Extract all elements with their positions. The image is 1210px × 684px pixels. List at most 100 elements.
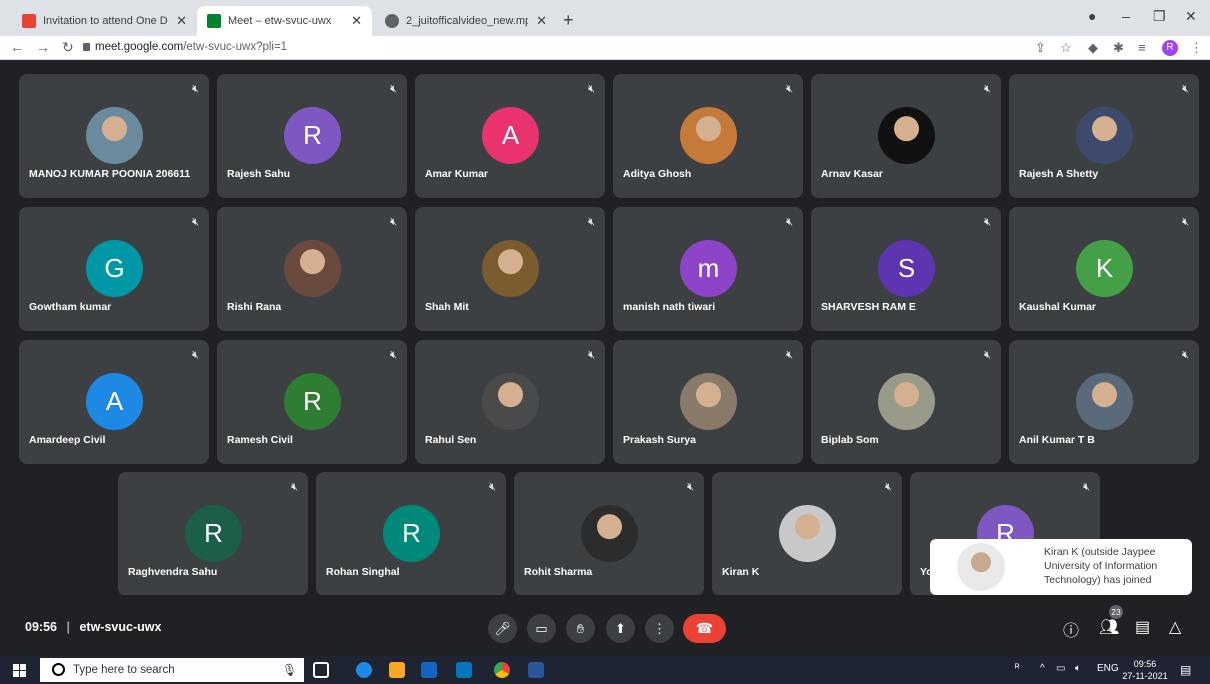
participant-tile[interactable]: 🔇︎ K Kaushal Kumar xyxy=(1009,207,1199,331)
avatar: G xyxy=(86,240,143,297)
windows-start-icon[interactable] xyxy=(13,664,26,677)
participant-tile[interactable]: 🔇︎ R Raghvendra Sahu xyxy=(118,472,308,596)
taskbar-clock[interactable]: 09:56 27-11-2021 xyxy=(1122,658,1168,682)
back-icon[interactable]: ← xyxy=(10,39,24,55)
participant-tile[interactable]: 🔇︎ S SHARVESH RAM E xyxy=(811,207,1001,331)
network-icon[interactable]: ▭ xyxy=(1056,663,1065,674)
avatar: S xyxy=(878,240,935,297)
forward-icon[interactable]: → xyxy=(36,39,50,55)
mic-muted-icon: 🔇︎ xyxy=(192,83,199,95)
participant-tile[interactable]: 🔇︎ Rajesh A Shetty xyxy=(1009,74,1199,198)
reading-list-icon[interactable]: ≡ xyxy=(1138,40,1146,55)
end-call-button[interactable]: ☎︎ xyxy=(683,614,726,643)
clock-time: 09:56 xyxy=(1133,659,1157,669)
new-tab-icon[interactable]: + xyxy=(563,10,574,31)
tab-meet[interactable]: Meet – etw-svuc-uwx ✕ xyxy=(197,6,372,36)
avatar xyxy=(957,543,1005,591)
participant-tile[interactable]: 🔇︎ G Gowtham kumar xyxy=(19,207,209,331)
task-view-icon[interactable] xyxy=(313,662,329,678)
meeting-control-bar: 09:56 | etw-svuc-uwx 🎤︎ ▭ ✋︎ ⬆ ⋮ ☎︎ ⓘ 👥︎… xyxy=(0,595,1210,655)
activities-icon[interactable]: △ xyxy=(1169,617,1181,637)
participant-tile[interactable]: 🔇︎ R Rohan Singhal xyxy=(316,472,506,596)
info-icon[interactable]: ⓘ xyxy=(1063,617,1079,641)
present-button[interactable]: ⬆ xyxy=(606,614,635,643)
participant-tile[interactable]: 🔇︎ R Rajesh Sahu xyxy=(217,74,407,198)
mic-muted-icon: 🔇︎ xyxy=(588,83,595,95)
restore-icon[interactable]: ❐ xyxy=(1153,8,1166,25)
tab-search-icon[interactable]: ● xyxy=(1088,8,1096,24)
search-icon xyxy=(52,663,65,676)
participant-tile[interactable]: 🔇︎ m manish nath tiwari xyxy=(613,207,803,331)
chevron-up-icon[interactable]: ^ xyxy=(1040,663,1045,674)
globe-icon xyxy=(385,14,399,28)
tab-gmail[interactable]: Invitation to attend One Day wel ✕ xyxy=(12,6,197,36)
people-tray-icon[interactable]: ᴿ xyxy=(1015,663,1020,674)
tab-label: Invitation to attend One Day wel xyxy=(43,15,168,27)
word-icon[interactable] xyxy=(528,662,544,678)
edge-icon[interactable] xyxy=(356,662,372,678)
close-icon[interactable]: ✕ xyxy=(176,13,187,29)
participant-count-badge: 23 xyxy=(1109,605,1123,619)
mic-muted-icon: 🔇︎ xyxy=(192,216,199,228)
avatar xyxy=(581,505,638,562)
participant-name: Biplab Som xyxy=(821,434,879,446)
chrome-icon[interactable] xyxy=(494,662,510,678)
avatar: A xyxy=(86,373,143,430)
menu-icon[interactable]: ⋮ xyxy=(1190,40,1203,56)
url-path: /etw-svuc-uwx?pli=1 xyxy=(183,41,288,53)
participant-name: Rahul Sen xyxy=(425,434,477,446)
profile-avatar[interactable]: R xyxy=(1162,40,1178,56)
mic-muted-icon: 🔇︎ xyxy=(786,349,793,361)
mic-muted-icon: 🔇︎ xyxy=(588,216,595,228)
participant-tile[interactable]: 🔇︎ R Ramesh Civil xyxy=(217,340,407,464)
store-icon[interactable] xyxy=(421,662,437,678)
participant-tile[interactable]: 🔇︎ A Amardeep Civil xyxy=(19,340,209,464)
close-icon[interactable]: ✕ xyxy=(351,13,362,29)
close-icon[interactable]: ✕ xyxy=(536,13,547,29)
participant-tile[interactable]: 🔇︎ Prakash Surya xyxy=(613,340,803,464)
puzzle-icon[interactable]: ✱ xyxy=(1113,40,1124,56)
volume-icon[interactable]: 🔈︎ xyxy=(1075,663,1081,674)
language-indicator[interactable]: ENG xyxy=(1097,663,1119,674)
url-field[interactable]: meet.google.com/etw-svuc-uwx?pli=1 xyxy=(95,41,287,53)
bookmark-star-icon[interactable]: ☆ xyxy=(1060,40,1072,56)
participant-tile[interactable]: 🔇︎ Aditya Ghosh xyxy=(613,74,803,198)
extension-icon[interactable]: ◆ xyxy=(1088,40,1098,56)
notification-center-icon[interactable]: ▤ xyxy=(1180,663,1191,677)
participant-name: Amar Kumar xyxy=(425,168,489,180)
more-options-button[interactable]: ⋮ xyxy=(645,614,674,643)
participant-tile[interactable]: 🔇︎ Kiran K xyxy=(712,472,902,596)
participant-tile[interactable]: 🔇︎ Arnav Kasar xyxy=(811,74,1001,198)
participant-tile[interactable]: 🔇︎ A Amar Kumar xyxy=(415,74,605,198)
minimize-icon[interactable]: – xyxy=(1122,8,1130,24)
mic-icon[interactable]: 🎙︎ xyxy=(282,663,297,677)
participant-tile[interactable]: 🔇︎ Rohit Sharma xyxy=(514,472,704,596)
reload-icon[interactable]: ↻ xyxy=(62,39,74,56)
mail-icon[interactable] xyxy=(456,662,472,678)
microphone-button[interactable]: 🎤︎ xyxy=(488,614,517,643)
mic-muted-icon: 🔇︎ xyxy=(984,349,991,361)
participant-tile[interactable]: 🔇︎ Rishi Rana xyxy=(217,207,407,331)
chat-icon[interactable]: ▤ xyxy=(1135,617,1150,637)
participant-tile[interactable]: 🔇︎ Anil Kumar T B xyxy=(1009,340,1199,464)
avatar: K xyxy=(1076,240,1133,297)
participant-name: Ramesh Civil xyxy=(227,434,293,446)
participant-tile[interactable]: 🔇︎ Rahul Sen xyxy=(415,340,605,464)
people-icon[interactable]: 👥︎ xyxy=(1099,617,1119,637)
participant-name: Rohan Singhal xyxy=(326,566,400,578)
participant-name: MANOJ KUMAR POONIA 206611 xyxy=(29,168,191,180)
file-explorer-icon[interactable] xyxy=(389,662,405,678)
taskbar-search-box[interactable]: Type here to search 🎙︎ xyxy=(40,658,304,682)
mic-muted-icon: 🔇︎ xyxy=(390,216,397,228)
raise-hand-button[interactable]: ✋︎ xyxy=(566,614,595,643)
tab-video[interactable]: 2_juitofficalvideo_new.mp4 ✕ xyxy=(375,6,557,36)
camera-button[interactable]: ▭ xyxy=(527,614,556,643)
address-bar: ← → ↻ meet.google.com/etw-svuc-uwx?pli=1… xyxy=(0,36,1210,60)
window-close-icon[interactable]: ✕ xyxy=(1185,8,1197,25)
participant-tile[interactable]: 🔇︎ MANOJ KUMAR POONIA 206611 xyxy=(19,74,209,198)
participant-tile[interactable]: 🔇︎ Biplab Som xyxy=(811,340,1001,464)
participant-tile[interactable]: 🔇︎ Shah Mit xyxy=(415,207,605,331)
search-placeholder: Type here to search xyxy=(73,664,175,676)
participant-name: Rajesh Sahu xyxy=(227,168,291,180)
share-icon[interactable]: ⇪ xyxy=(1035,40,1046,56)
